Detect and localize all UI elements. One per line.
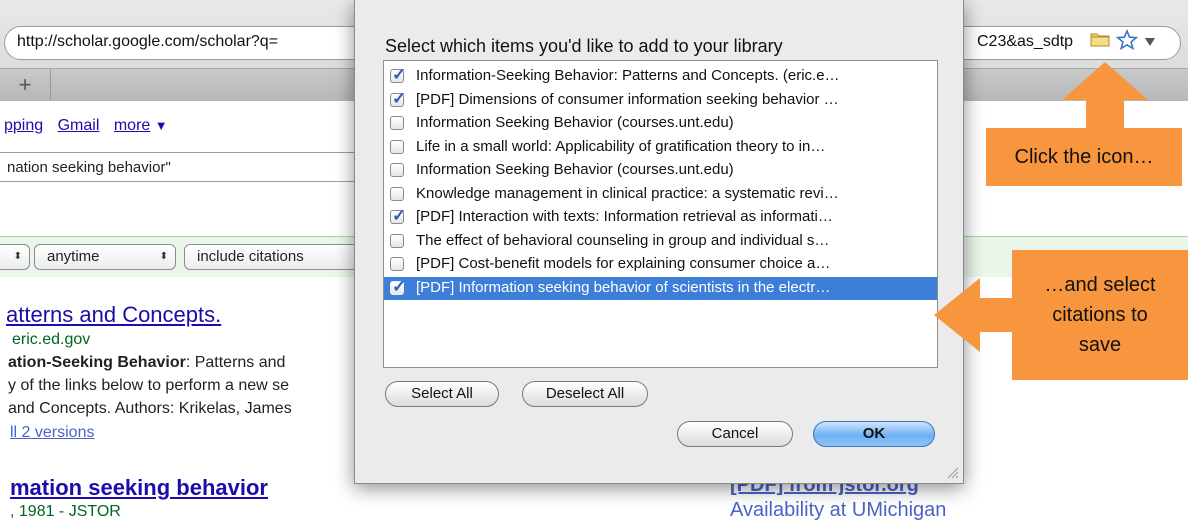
list-item[interactable]: [PDF] Cost-benefit models for explaining…	[384, 253, 937, 276]
snippet-rest: : Patterns and	[185, 354, 286, 371]
list-item-label: [PDF] Cost-benefit models for explaining…	[416, 255, 831, 272]
checkmark-icon: ✓	[392, 206, 407, 225]
checkbox[interactable]: ✓	[390, 206, 406, 225]
url-text-right: C23&as_sdtp	[977, 33, 1074, 50]
search-input-value: nation seeking behavior"	[7, 159, 171, 176]
checkbox[interactable]	[390, 163, 404, 177]
chevron-down-icon: ▼	[154, 118, 168, 133]
citations-filter-value: include citations	[197, 248, 304, 265]
checkmark-icon: ✓	[392, 276, 407, 296]
google-nav: pping Gmail more ▼	[4, 117, 168, 135]
result-snippet-1c: and Concepts. Authors: Krikelas, James	[8, 400, 292, 417]
checkbox[interactable]: ✓	[390, 65, 406, 84]
result-snippet-1a: ation-Seeking Behavior: Patterns and	[8, 354, 285, 372]
result-source-1: eric.ed.gov	[12, 331, 91, 348]
time-filter-select[interactable]: anytime ⬍	[34, 244, 176, 270]
result-title-1[interactable]: atterns and Concepts.	[6, 302, 221, 328]
checkbox[interactable]	[390, 257, 404, 271]
time-filter-value: anytime	[47, 248, 100, 265]
callout-line-2: citations to	[1052, 304, 1148, 326]
list-item-label: Information Seeking Behavior (courses.un…	[416, 161, 734, 178]
checkmark-icon: ✓	[392, 88, 407, 108]
list-item-label: [PDF] Interaction with texts: Informatio…	[416, 208, 833, 225]
ok-button[interactable]: OK	[813, 421, 935, 447]
checkbox[interactable]	[390, 186, 404, 201]
checkbox[interactable]	[390, 233, 404, 248]
callout-click-icon: Click the icon…	[986, 128, 1182, 186]
list-item-label: Information-Seeking Behavior: Patterns a…	[416, 67, 840, 84]
list-item-label: Knowledge management in clinical practic…	[416, 184, 839, 202]
search-input[interactable]: nation seeking behavior"	[0, 152, 376, 182]
list-item[interactable]: Information Seeking Behavior (courses.un…	[384, 112, 937, 135]
arrow-up-icon	[1062, 62, 1148, 128]
list-item[interactable]: ✓ Information-Seeking Behavior: Patterns …	[384, 65, 937, 88]
checkbox[interactable]	[390, 139, 404, 154]
arrow-left-icon	[934, 278, 1014, 352]
list-item[interactable]: The effect of behavioral counseling in g…	[384, 230, 937, 253]
citations-filter-select[interactable]: include citations	[184, 244, 364, 270]
list-item-label: [PDF] Dimensions of consumer information…	[416, 90, 839, 108]
checkmark-icon: ✓	[392, 65, 407, 84]
select-arrows-icon: ⬍	[13, 251, 22, 262]
deselect-all-button[interactable]: Deselect All	[522, 381, 648, 407]
callout-line-1: …and select	[1044, 274, 1156, 296]
list-item[interactable]: ✓ [PDF] Dimensions of consumer informatio…	[384, 89, 937, 112]
bookmark-star-icon[interactable]	[1116, 29, 1138, 51]
list-item-label: [PDF] Information seeking behavior of sc…	[416, 278, 831, 296]
filter-select-first[interactable]: ⬍	[0, 244, 30, 270]
callout-select-citations: …and select citations to save	[1012, 250, 1188, 380]
cancel-button[interactable]: Cancel	[677, 421, 793, 447]
url-text-left: http://scholar.google.com/scholar?q=	[17, 33, 279, 50]
items-listbox[interactable]: ✓ Information-Seeking Behavior: Patterns …	[383, 60, 938, 368]
snippet-bold-term: ation-Seeking Behavior	[8, 354, 186, 371]
list-item-label: Life in a small world: Applicability of …	[416, 137, 826, 155]
result-versions-link[interactable]: ll 2 versions	[10, 424, 94, 442]
resize-grip-icon[interactable]	[945, 465, 959, 479]
list-item[interactable]: Knowledge management in clinical practic…	[384, 183, 937, 206]
result-snippet-1b: y of the links below to perform a new se	[8, 377, 290, 394]
list-item[interactable]: Information Seeking Behavior (courses.un…	[384, 159, 937, 182]
select-all-button[interactable]: Select All	[385, 381, 499, 407]
availability-link[interactable]: Availability at UMichigan	[730, 499, 946, 522]
nav-more-link[interactable]: more	[114, 117, 150, 134]
result-title-2[interactable]: mation seeking behavior	[10, 475, 268, 501]
nav-gmail-link[interactable]: Gmail	[58, 117, 100, 134]
select-arrows-icon: ⬍	[159, 251, 168, 262]
checkbox[interactable]	[390, 116, 404, 130]
list-item[interactable]: ✓ [PDF] Interaction with texts: Informati…	[384, 206, 937, 229]
select-items-dialog: Select which items you'd like to add to …	[354, 0, 964, 484]
list-item[interactable]: Life in a small world: Applicability of …	[384, 136, 937, 159]
list-item[interactable]: ✓ [PDF] Information seeking behavior of s…	[384, 276, 937, 300]
checkbox[interactable]: ✓	[390, 89, 406, 108]
list-item-label: The effect of behavioral counseling in g…	[416, 231, 830, 249]
nav-shopping-link[interactable]: pping	[4, 117, 43, 134]
result-source-2: , 1981 - JSTOR	[10, 503, 121, 520]
new-tab-button[interactable]: +	[0, 69, 51, 100]
url-dropdown-icon[interactable]	[1144, 37, 1156, 47]
dialog-title: Select which items you'd like to add to …	[385, 36, 783, 56]
list-item-label: Information Seeking Behavior (courses.un…	[416, 114, 734, 131]
callout-line-3: save	[1078, 334, 1122, 356]
zotero-folder-icon[interactable]	[1090, 31, 1110, 47]
checkbox[interactable]: ✓	[390, 277, 406, 296]
